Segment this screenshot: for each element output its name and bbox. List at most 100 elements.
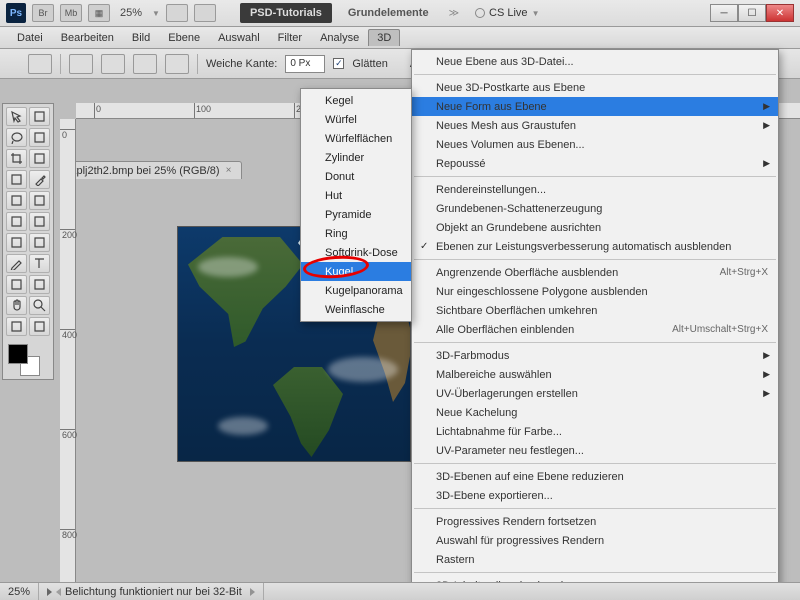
tool-lasso[interactable] <box>6 128 27 147</box>
shape-item-kegel[interactable]: Kegel <box>301 91 411 110</box>
tool-brush[interactable] <box>29 170 50 189</box>
shape-item-hut[interactable]: Hut <box>301 186 411 205</box>
submenu-arrow-icon: ▶ <box>763 120 770 131</box>
submenu-arrow-icon: ▶ <box>763 101 770 112</box>
menu-ebene[interactable]: Ebene <box>159 29 209 47</box>
app-logo: Ps <box>6 3 26 23</box>
close-tab-icon[interactable]: × <box>226 165 232 176</box>
selection-new[interactable] <box>69 54 93 74</box>
menu3d-item: Grundebenen-Schattenerzeugung <box>412 199 778 218</box>
menu3d-item: Repoussé▶ <box>412 154 778 173</box>
brand-tag[interactable]: PSD-Tutorials <box>240 3 332 23</box>
tool-dodge[interactable] <box>29 233 50 252</box>
menu3d-item[interactable]: Neue 3D-Postkarte aus Ebene <box>412 78 778 97</box>
menu-bearbeiten[interactable]: Bearbeiten <box>52 29 123 47</box>
tool-type[interactable] <box>29 254 50 273</box>
tool-path-select[interactable] <box>6 275 27 294</box>
bridge-button[interactable]: Br <box>32 4 54 22</box>
menu3d-item: Neues Volumen aus Ebenen... <box>412 135 778 154</box>
tool-pen[interactable] <box>6 254 27 273</box>
menu3d-item: UV-Parameter neu festlegen... <box>412 441 778 460</box>
menu3d-item[interactable]: Neues Mesh aus Graustufen▶ <box>412 116 778 135</box>
shape-item-zylinder[interactable]: Zylinder <box>301 148 411 167</box>
antialias-label: Glätten <box>352 58 387 70</box>
menu3d-item: Progressives Rendern fortsetzen <box>412 512 778 531</box>
shape-item-kugelpanorama[interactable]: Kugelpanorama <box>301 281 411 300</box>
menu-analyse[interactable]: Analyse <box>311 29 368 47</box>
tool-gradient[interactable] <box>29 212 50 231</box>
menu-3d[interactable]: 3D <box>368 29 400 46</box>
minibridge-button[interactable]: Mb <box>60 4 82 22</box>
tool-crop[interactable] <box>6 149 27 168</box>
tool-clone[interactable] <box>6 191 27 210</box>
arrange-button[interactable] <box>166 4 188 22</box>
menu3d-item: 3D-Ebene exportieren... <box>412 486 778 505</box>
menu3d-item[interactable]: Rendereinstellungen... <box>412 180 778 199</box>
cslive-button[interactable]: CS Live▼ <box>469 7 545 19</box>
menu3d-item: Malbereiche auswählen▶ <box>412 365 778 384</box>
submenu-arrow-icon: ▶ <box>763 350 770 361</box>
menu3d-item[interactable]: Neue Kachelung <box>412 403 778 422</box>
workspace-name[interactable]: Grundelemente <box>338 3 439 23</box>
shape-item-würfel[interactable]: Würfel <box>301 110 411 129</box>
tool-healing[interactable] <box>6 170 27 189</box>
tool-move[interactable] <box>6 107 27 126</box>
feather-label: Weiche Kante: <box>206 58 277 70</box>
feather-input[interactable]: 0 Px <box>285 55 325 73</box>
submenu-new-shape: KegelWürfelWürfelflächenZylinderDonutHut… <box>300 88 412 322</box>
tool-magic-wand[interactable] <box>29 128 50 147</box>
tool-rectangle[interactable] <box>29 275 50 294</box>
shape-item-würfelflächen[interactable]: Würfelflächen <box>301 129 411 148</box>
tool-marquee[interactable] <box>29 107 50 126</box>
tool-eyedropper[interactable] <box>29 149 50 168</box>
menu-3d-dropdown: Neue Ebene aus 3D-Datei... Neue 3D-Postka… <box>411 49 779 598</box>
menu3d-item: Lichtabnahme für Farbe... <box>412 422 778 441</box>
menu3d-item[interactable]: ✓Ebenen zur Leistungsverbesserung automa… <box>412 237 778 256</box>
tool-history-brush[interactable] <box>29 191 50 210</box>
menu-bar: DateiBearbeitenBildEbeneAuswahlFilterAna… <box>0 27 800 49</box>
shape-item-kugel[interactable]: Kugel <box>301 262 411 281</box>
maximize-button[interactable]: ☐ <box>738 4 766 22</box>
menu-datei[interactable]: Datei <box>8 29 52 47</box>
minimize-button[interactable]: ─ <box>710 4 738 22</box>
zoom-readout[interactable]: 25% <box>116 7 146 19</box>
selection-add[interactable] <box>101 54 125 74</box>
menu3d-item[interactable]: Neue Ebene aus 3D-Datei... <box>412 52 778 71</box>
selection-subtract[interactable] <box>133 54 157 74</box>
antialias-checkbox[interactable]: ✓ <box>333 58 344 69</box>
shape-item-softdrink-dose[interactable]: Softdrink-Dose <box>301 243 411 262</box>
document-title: kplj2th2.bmp bei 25% (RGB/8) <box>71 165 220 177</box>
view-extras-button[interactable]: ▦ <box>88 4 110 22</box>
color-swatches[interactable] <box>6 342 50 376</box>
close-button[interactable]: ✕ <box>766 4 794 22</box>
tool-hand[interactable] <box>6 296 27 315</box>
menu3d-item: UV-Überlagerungen erstellen▶ <box>412 384 778 403</box>
check-icon: ✓ <box>420 241 428 252</box>
document-tab[interactable]: kplj2th2.bmp bei 25% (RGB/8) × <box>60 161 242 179</box>
tools-panel <box>2 103 54 380</box>
menu3d-item: Angrenzende Oberfläche ausblendenAlt+Str… <box>412 263 778 282</box>
menu3d-item[interactable]: Neue Form aus Ebene▶ <box>412 97 778 116</box>
menu3d-item: Alle Oberflächen einblendenAlt+Umschalt+… <box>412 320 778 339</box>
tool-zoom[interactable] <box>29 296 50 315</box>
menu3d-item: Rastern <box>412 550 778 569</box>
menu-bild[interactable]: Bild <box>123 29 159 47</box>
workspace-more-icon[interactable]: ≫ <box>445 8 463 19</box>
screen-mode-button[interactable] <box>194 4 216 22</box>
shape-item-donut[interactable]: Donut <box>301 167 411 186</box>
menu-auswahl[interactable]: Auswahl <box>209 29 269 47</box>
status-zoom[interactable]: 25% <box>0 583 39 600</box>
shape-item-weinflasche[interactable]: Weinflasche <box>301 300 411 319</box>
tool-eraser[interactable] <box>6 212 27 231</box>
tool-rotate-3d[interactable] <box>6 317 27 336</box>
tool-preset-picker[interactable] <box>28 54 52 74</box>
tool-blur[interactable] <box>6 233 27 252</box>
menu-filter[interactable]: Filter <box>269 29 311 47</box>
shape-item-pyramide[interactable]: Pyramide <box>301 205 411 224</box>
submenu-arrow-icon: ▶ <box>763 369 770 380</box>
selection-intersect[interactable] <box>165 54 189 74</box>
tool-camera-3d[interactable] <box>29 317 50 336</box>
shape-item-ring[interactable]: Ring <box>301 224 411 243</box>
menu3d-item: 3D-Ebenen auf eine Ebene reduzieren <box>412 467 778 486</box>
menu3d-item: 3D-Farbmodus▶ <box>412 346 778 365</box>
